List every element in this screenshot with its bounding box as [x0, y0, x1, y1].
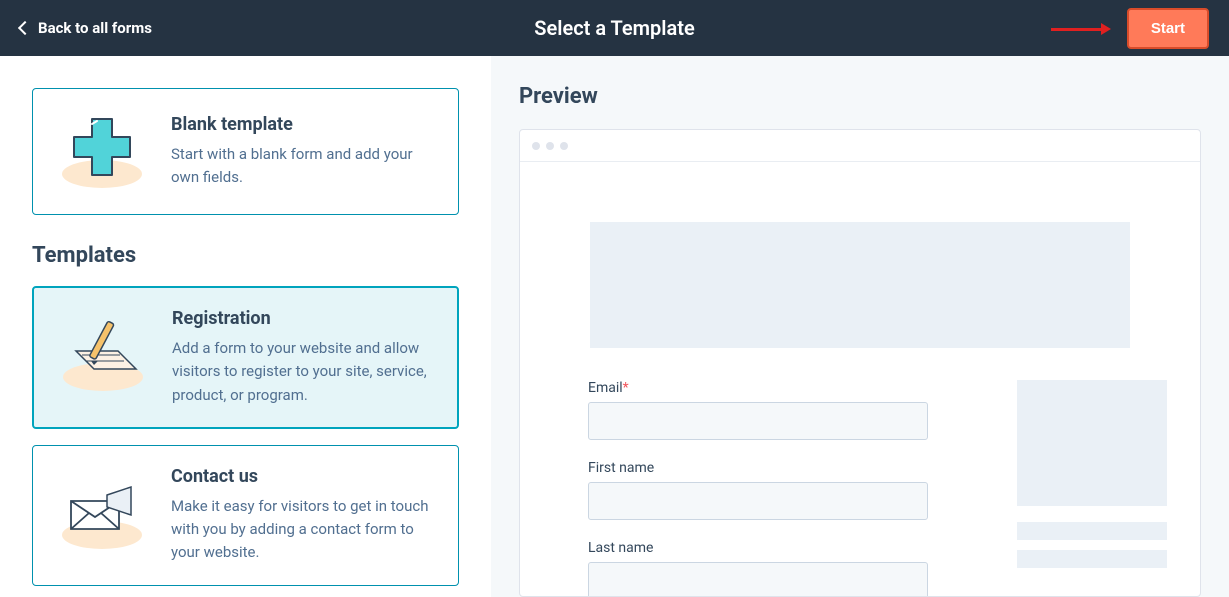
- side-placeholder: [1017, 522, 1167, 540]
- chevron-left-icon: [18, 21, 32, 35]
- preview-window: Email* First name Last name: [519, 129, 1201, 597]
- email-label: Email*: [588, 380, 928, 396]
- preview-form: Email* First name Last name: [588, 380, 928, 596]
- first-name-input[interactable]: [588, 482, 928, 520]
- email-input[interactable]: [588, 402, 928, 440]
- window-dot-icon: [532, 142, 540, 150]
- start-button[interactable]: Start: [1127, 8, 1209, 49]
- preview-scroll[interactable]: Email* First name Last name: [520, 162, 1200, 596]
- window-dot-icon: [546, 142, 554, 150]
- side-placeholder: [1017, 550, 1167, 568]
- side-placeholder: [1017, 380, 1167, 506]
- annotation-arrow-icon: [1051, 23, 1111, 35]
- back-label: Back to all forms: [38, 19, 152, 37]
- header-bar: Back to all forms Select a Template Star…: [0, 0, 1229, 56]
- envelope-icon: [57, 473, 147, 558]
- page-title: Select a Template: [534, 16, 694, 40]
- last-name-input[interactable]: [588, 562, 928, 596]
- card-desc: Add a form to your website and allow vis…: [172, 337, 433, 407]
- window-chrome: [520, 130, 1200, 162]
- registration-icon: [58, 315, 148, 400]
- preview-heading: Preview: [519, 84, 1201, 109]
- last-name-label: Last name: [588, 540, 928, 556]
- first-name-label: First name: [588, 460, 928, 476]
- hero-placeholder: [590, 222, 1130, 348]
- templates-heading: Templates: [32, 243, 459, 268]
- card-desc: Start with a blank form and add your own…: [171, 143, 434, 190]
- template-card-registration[interactable]: Registration Add a form to your website …: [32, 286, 459, 429]
- preview-pane: Preview Email* First name: [491, 56, 1229, 597]
- card-title: Registration: [172, 308, 433, 329]
- card-title: Contact us: [171, 466, 434, 487]
- preview-side-column: [1017, 380, 1167, 596]
- window-dot-icon: [560, 142, 568, 150]
- card-desc: Make it easy for visitors to get in touc…: [171, 495, 434, 565]
- card-title: Blank template: [171, 114, 434, 135]
- plus-icon: [57, 109, 147, 194]
- back-to-forms-link[interactable]: Back to all forms: [20, 19, 152, 37]
- template-list-pane[interactable]: Blank template Start with a blank form a…: [0, 56, 491, 597]
- template-card-blank[interactable]: Blank template Start with a blank form a…: [32, 88, 459, 215]
- main-layout: Blank template Start with a blank form a…: [0, 56, 1229, 597]
- template-card-contact-us[interactable]: Contact us Make it easy for visitors to …: [32, 445, 459, 586]
